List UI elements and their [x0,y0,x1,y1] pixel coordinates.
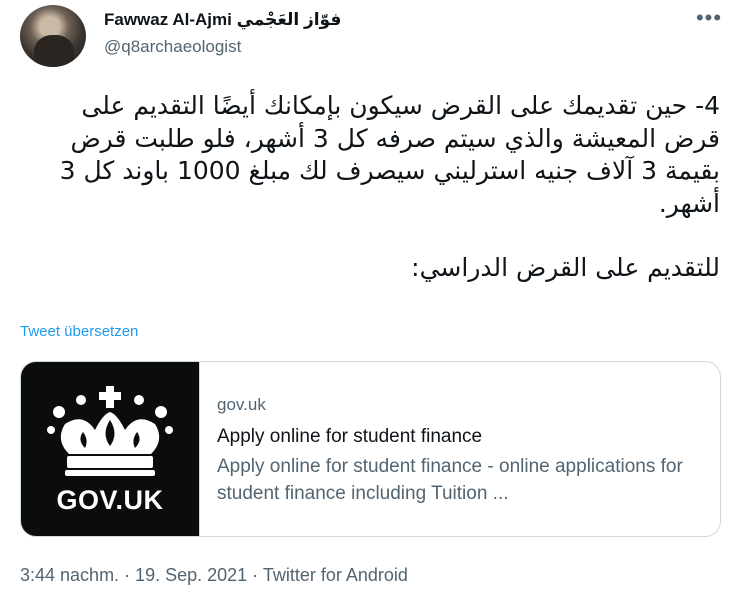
card-description: Apply online for student finance - onlin… [217,456,683,504]
display-name[interactable]: Fawwaz Al-Ajmi فوّاز العَجْمي [104,10,341,30]
tweet-paragraph: 4- حين تقديمك على القرض سيكون بإمكانك أي… [59,91,720,218]
tweet: Fawwaz Al-Ajmi فوّاز العَجْمي @q8archaeo… [0,0,744,610]
govuk-wordmark: GOV.UK [56,485,164,515]
name-row: Fawwaz Al-Ajmi فوّاز العَجْمي [104,10,341,30]
crown-logo-icon [47,386,173,476]
link-card[interactable]: GOV.UK gov.uk Apply online for student f… [20,361,721,537]
card-image[interactable]: GOV.UK [21,362,200,536]
tweet-timestamp[interactable]: 3:44 nachm. · 19. Sep. 2021 · Twitter fo… [20,565,408,586]
tweet-text: 4- حين تقديمك على القرض سيكون بإمكانك أي… [20,90,720,285]
more-options-icon[interactable]: ••• [694,7,724,32]
tweet-paragraph: للتقديم على القرض الدراسي: [411,253,720,282]
card-title: Apply online for student finance [217,426,483,447]
card-body[interactable]: gov.uk Apply online for student finance … [217,393,704,507]
user-handle[interactable]: @q8archaeologist [104,37,241,57]
avatar[interactable] [20,5,86,67]
translate-link[interactable]: Tweet übersetzen [20,323,138,340]
card-domain: gov.uk [217,395,266,414]
